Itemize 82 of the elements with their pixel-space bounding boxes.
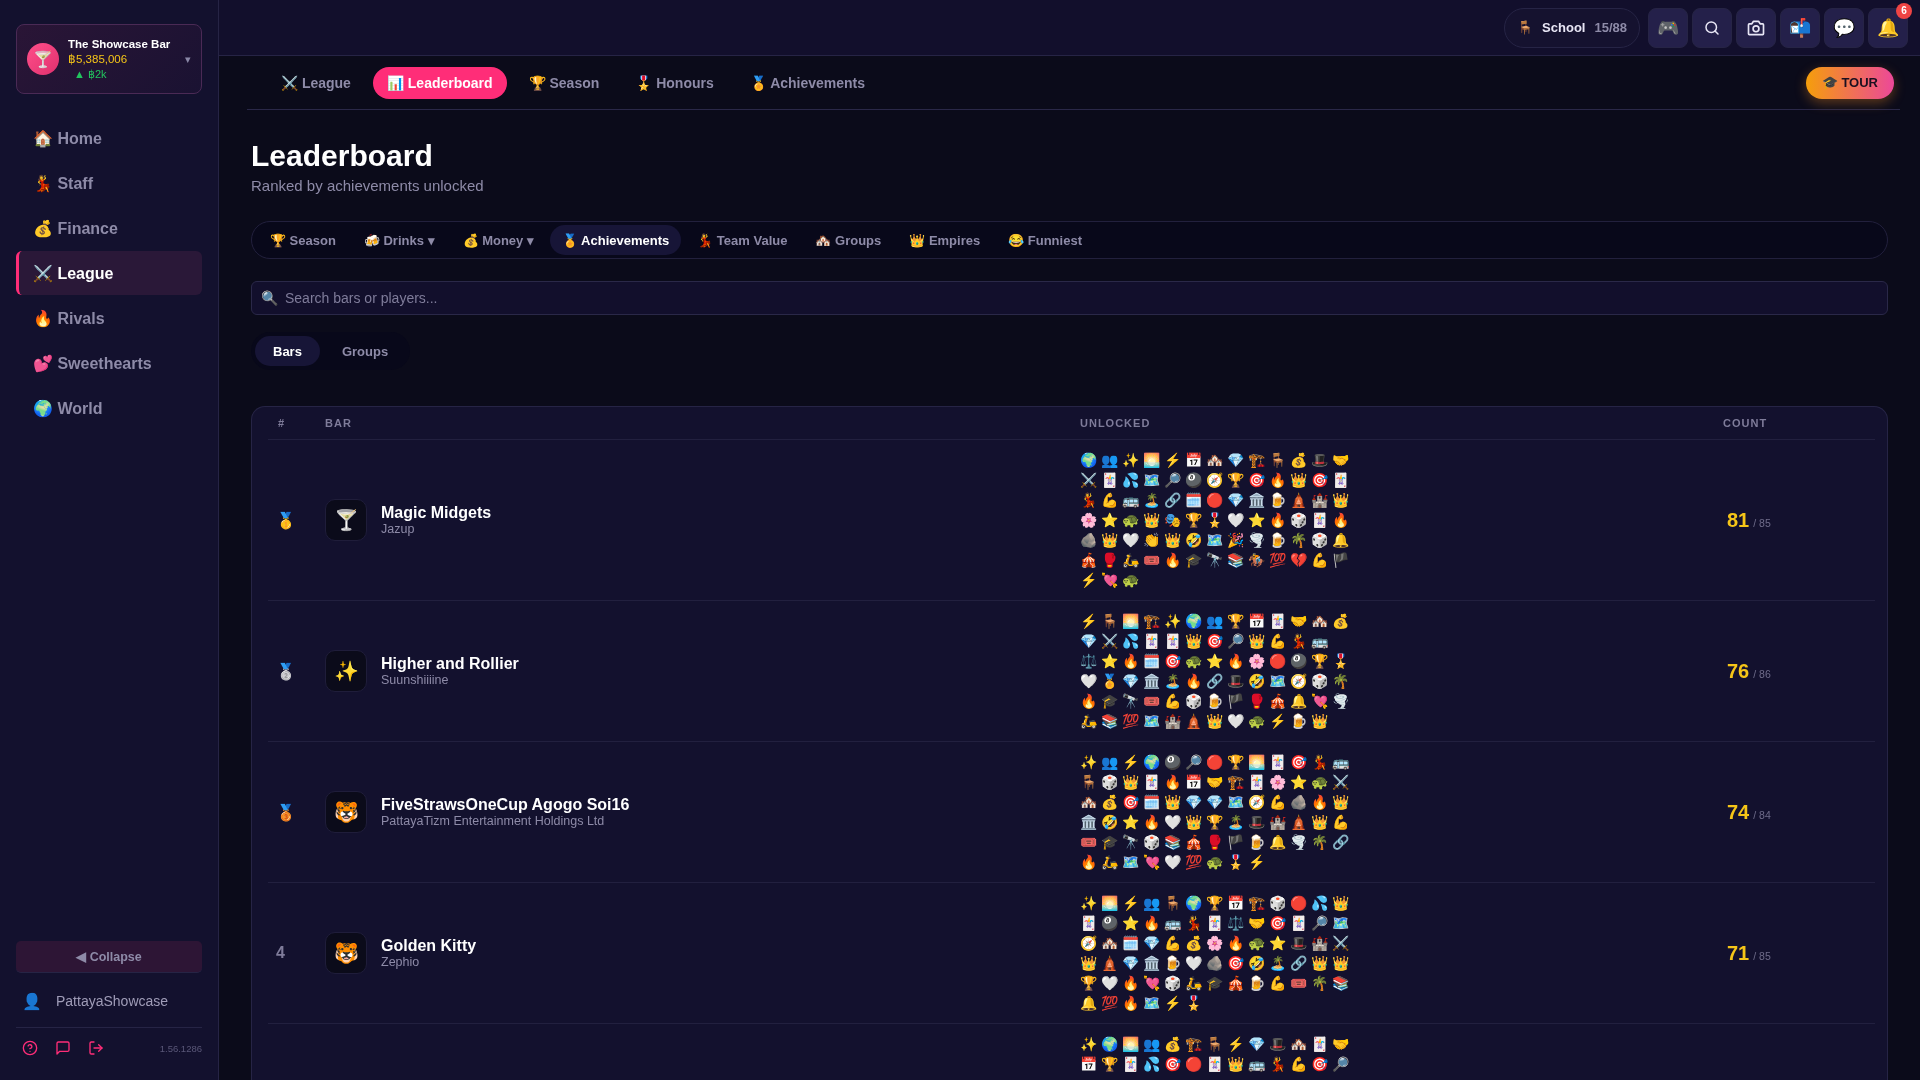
bar-avatar: 🍸 <box>27 43 59 75</box>
filter-tab[interactable]: 🏅 Achievements <box>549 225 682 255</box>
bar-avatar: 🍸 <box>325 499 367 541</box>
tour-button[interactable]: 🎓 TOUR <box>1805 66 1894 99</box>
bar-name[interactable]: Golden Kitty <box>381 937 477 955</box>
achievement-count: 74 <box>1727 800 1750 824</box>
owner-name: Zephio <box>381 955 421 969</box>
school-pill[interactable]: 🪑 School 15/88 <box>1504 7 1640 48</box>
chat-icon[interactable] <box>55 1040 71 1056</box>
search-icon <box>1703 18 1721 37</box>
owner-name: Suunshiiiine <box>381 673 450 687</box>
column-header: UNLOCKED <box>1080 417 1152 429</box>
nav-item[interactable]: ⚔ League <box>16 251 202 295</box>
bar-switcher[interactable]: 🍸 The Showcase Bar ฿5,385,006 ▲ ฿2k ▾ <box>16 24 202 94</box>
filter-tab[interactable]: 🍻 Drinks ▾ <box>351 225 447 255</box>
search-icon: 🔍 <box>261 289 278 307</box>
bar-balance: ฿5,385,006 <box>68 51 129 66</box>
column-header: # <box>277 417 287 429</box>
page-subtitle: Ranked by achievements unlocked <box>251 177 485 194</box>
achievement-emojis: ✨🌅⚡👥🪑🌍🏆📅🏗🎲🔴💦👑🃏🎱⭐🔥🚌💃🃏⚖🤝🎯🃏🔎🗺🧭🏘🗓💎💪💰🌸🔥🐢⭐🎩🏰⚔👑🛕💎🏛🍺🤍🪨🎯🤣🏝🔗👑👑🏆🤍🔥💘🎲🛵🎓🎪🍺💪🎟🌴📚🔔💯🔥🗺⚡🎖 <box>1080 894 1354 1013</box>
username: PattayaShowcase <box>56 993 169 1009</box>
bar-name[interactable]: Magic Midgets <box>381 504 492 522</box>
rank: 🥉 <box>275 802 297 822</box>
tab[interactable]: 🏆 Season <box>514 66 614 99</box>
achievement-emojis: ✨🌍🌅👥💰🏗🪑⚡💎🎩🏘🃏🤝📅🏆🃏💦🎯🔴🃏👑🚌💃💪🎯🔎 <box>1080 1035 1354 1074</box>
achievement-count: 71 <box>1727 941 1750 965</box>
bar-name: The Showcase Bar <box>68 37 172 50</box>
bar-avatar: ✨ <box>325 650 367 692</box>
chair-icon: 🪑 <box>1517 20 1534 35</box>
column-header: COUNT <box>1723 417 1769 429</box>
school-count: 15/88 <box>1594 20 1627 35</box>
rank: 🥇 <box>275 510 297 530</box>
filter-tab[interactable]: 👑 Empires <box>897 225 993 255</box>
user-icon: 👤 <box>22 991 42 1011</box>
nav-item[interactable]: 🔥 Rivals <box>16 296 202 340</box>
view-toggle[interactable]: Groups <box>323 336 407 366</box>
notification-badge: 6 <box>1896 2 1912 19</box>
owner-name: PattayaTizm Entertainment Holdings Ltd <box>381 814 606 828</box>
help-icon[interactable] <box>22 1040 38 1056</box>
filter-tab[interactable]: 💰 Money ▾ <box>450 225 546 255</box>
achievement-emojis: 🌍👥✨🌅⚡📅🏘💎🏗🪑💰🎩🤝⚔🃏💦🗺🔎🎱🧭🏆🎯🔥👑🎯🃏💃💪🚌🏝🔗🗓🔴💎🏛🍺🛕🏰👑🌸⭐🐢👑🎭🏆🎖🤍⭐🔥🎲🃏🔥🪨👑🤍👏👑🤣🗺🎉🌪🍺🌴🎲🔔🎪🥊🛵🎟🔥🎓🔭📚🏇💯💔💪🏴⚡💘🐢 <box>1080 451 1354 590</box>
column-header: BAR <box>325 417 353 429</box>
bar-name[interactable]: FiveStrawsOneCup Agogo Soi16 <box>381 796 630 814</box>
balance-change: ▲ ฿2k <box>73 67 108 81</box>
bar-avatar: 🐯 <box>325 932 367 974</box>
tab[interactable]: 🎖 Honours <box>621 66 728 99</box>
camera-button[interactable] <box>1736 7 1776 48</box>
nav-item[interactable]: 💃 Staff <box>16 161 202 205</box>
tab[interactable]: 📊 Leaderboard <box>372 66 507 99</box>
collapse-button[interactable]: ◀ Collapse <box>16 941 202 973</box>
achievement-total: / 85 <box>1753 516 1771 529</box>
tab[interactable]: ⚔ League <box>267 66 365 99</box>
bar-name[interactable]: Higher and Rollier <box>381 655 519 673</box>
app-version: 1.56.1286 <box>159 1042 202 1054</box>
achievement-total: / 85 <box>1753 949 1771 962</box>
filter-tab[interactable]: 💃 Team Value <box>685 225 800 255</box>
nav-item[interactable]: 💰 Finance <box>16 206 202 250</box>
owner-name: Jazup <box>381 522 416 536</box>
achievement-count: 76 <box>1727 659 1750 683</box>
achievement-count: 81 <box>1727 508 1750 532</box>
dropdown-caret: ▾ <box>185 52 191 66</box>
filter-tab[interactable]: 🏘 Groups <box>803 225 894 255</box>
nav-item[interactable]: 💕 Sweethearts <box>16 341 202 385</box>
tab[interactable]: 🏅 Achievements <box>735 66 880 99</box>
view-toggle[interactable]: Bars <box>255 336 320 366</box>
filter-tab[interactable]: 🏆 Season <box>258 225 348 255</box>
search-button[interactable] <box>1692 7 1732 48</box>
achievement-emojis: ⚡🪑🌅🏗✨🌍👥🏆📅🃏🤝🏘💰💎⚔💦🃏🃏👑🎯🔎👑💪💃🚌⚖⭐🔥🗓🎯🐢⭐🔥🌸🔴🎱🏆🎖🤍🏅💎🏛🏝🔥🔗🎩🤣🗺🧭🎲🌴🔥🎓🔭🎟💪🎲🍺🏴🥊🎪🔔💘🌪🛵📚💯🗺🏰🛕👑🤍🐢⚡🍺👑 <box>1080 612 1354 731</box>
rank: 🥈 <box>275 661 297 681</box>
toolbar-button[interactable]: 📬 <box>1780 7 1820 48</box>
achievement-total: / 86 <box>1753 667 1771 680</box>
filter-tab[interactable]: 😂 Funniest <box>996 225 1094 255</box>
rank: 4 <box>275 944 286 962</box>
bar-avatar: 🐯 <box>325 791 367 833</box>
nav-item[interactable]: 🌍 World <box>16 386 202 430</box>
achievement-total: / 84 <box>1753 808 1771 821</box>
logout-icon[interactable] <box>88 1040 104 1056</box>
nav-item[interactable]: 🏠 Home <box>16 116 202 160</box>
school-label: School <box>1542 20 1586 35</box>
achievement-emojis: ✨👥⚡🌍🎱🔎🔴🏆🌅🃏🎯💃🚌🪑🎲👑🃏🔥📅🤝🏗🃏🌸⭐🐢⚔🏘💰🎯🗓👑💎💎🗺🧭💪🪨🔥👑🏛🤣⭐🔥🤍👑🏆🏝🎩🏰🛕👑💪🎟🎓🔭🎲📚🎪🥊🏴🍺🔔🌪🌴🔗🔥🛵🗺💘🤍💯🐢🎖⚡ <box>1080 753 1354 872</box>
page-title: Leaderboard <box>251 139 434 173</box>
toolbar-button[interactable]: 🎮 <box>1648 7 1688 48</box>
